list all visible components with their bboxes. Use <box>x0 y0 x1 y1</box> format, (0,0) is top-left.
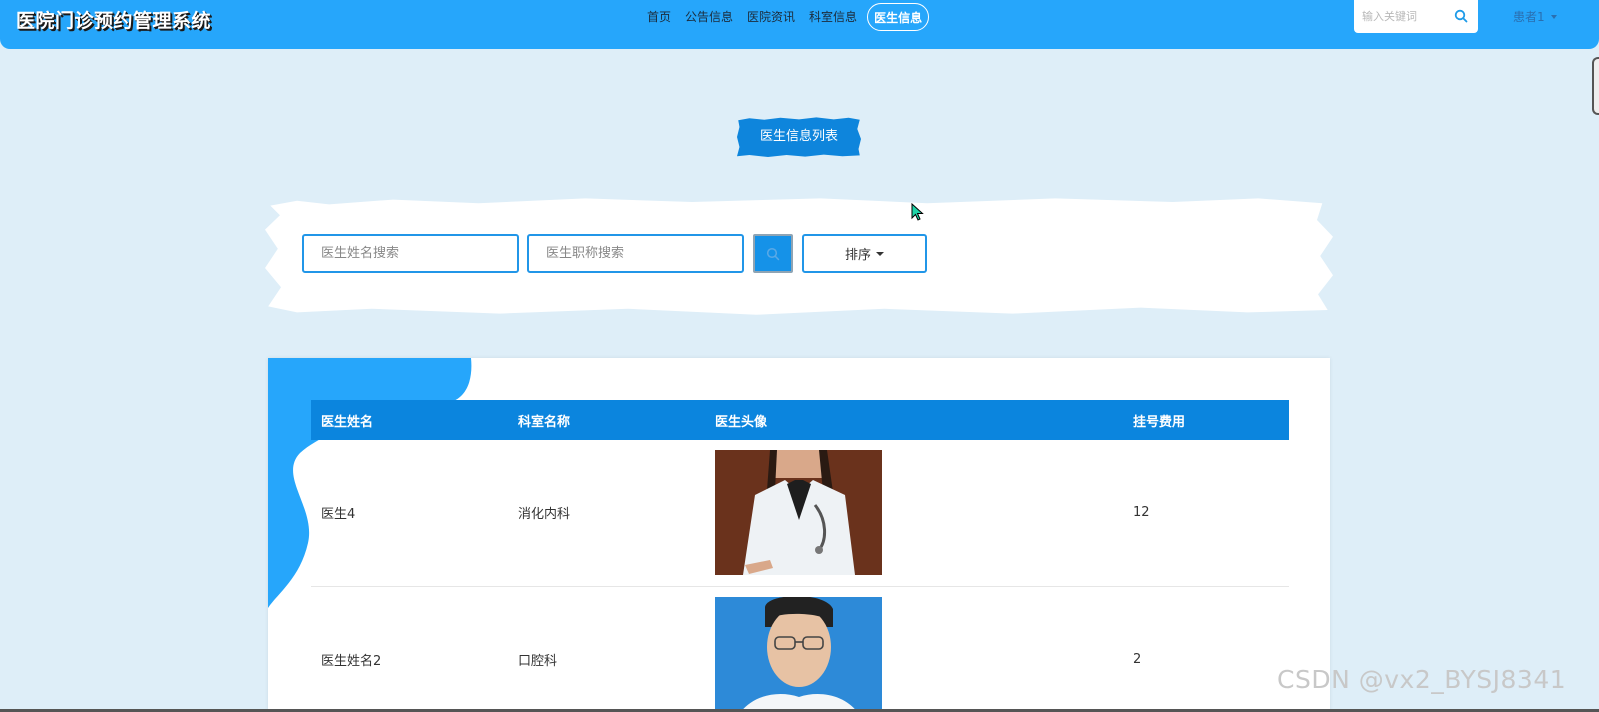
user-menu[interactable]: 患者1 <box>1513 8 1557 25</box>
main-nav: 首页 公告信息 医院资讯 科室信息 医生信息 <box>640 3 930 31</box>
column-header-fee[interactable]: 挂号费用 <box>1123 400 1289 440</box>
scroll-handle[interactable] <box>1592 57 1599 115</box>
nav-item-notices[interactable]: 公告信息 <box>678 3 740 31</box>
search-icon[interactable] <box>1454 9 1468 23</box>
department-cell: 口腔科 <box>508 586 705 712</box>
global-search <box>1354 0 1478 33</box>
column-header-name[interactable]: 医生姓名 <box>311 400 508 440</box>
global-search-input[interactable] <box>1354 0 1450 33</box>
doctor-name-search-input[interactable] <box>304 236 517 271</box>
sort-label: 排序 <box>844 248 871 263</box>
doctor-title-search-field <box>527 234 744 273</box>
department-cell: 消化内科 <box>508 440 705 587</box>
doctor-list-card: 医生姓名 科室名称 医生头像 挂号费用 医生4 消化内科 12 医生姓名2 口腔… <box>268 358 1330 712</box>
site-brand[interactable]: 医院门诊预约管理系统 <box>16 6 211 33</box>
avatar-cell <box>705 586 1123 712</box>
doctor-avatar-image[interactable] <box>715 596 882 712</box>
nav-item-news[interactable]: 医院资讯 <box>740 3 802 31</box>
caret-down-icon <box>876 251 884 256</box>
watermark: CSDN @vx2_BYSJ8341 <box>1277 665 1567 694</box>
doctor-name-search-field <box>302 234 519 273</box>
avatar-cell <box>705 440 1123 587</box>
top-navbar: 医院门诊预约管理系统 首页 公告信息 医院资讯 科室信息 医生信息 患者1 <box>0 0 1599 49</box>
nav-item-departments[interactable]: 科室信息 <box>802 3 864 31</box>
search-icon <box>766 247 780 260</box>
table-header-row: 医生姓名 科室名称 医生头像 挂号费用 <box>311 400 1289 440</box>
fee-cell: 12 <box>1123 440 1289 587</box>
search-button[interactable] <box>753 234 793 273</box>
fee-cell: 2 <box>1123 586 1289 712</box>
table-row[interactable]: 医生4 消化内科 12 <box>311 440 1289 587</box>
doctor-avatar-image[interactable] <box>715 450 882 576</box>
nav-item-home[interactable]: 首页 <box>640 3 678 31</box>
user-name: 患者1 <box>1513 10 1545 24</box>
chevron-down-icon <box>1550 14 1557 19</box>
sort-dropdown-button[interactable]: 排序 <box>802 234 927 273</box>
doctor-name-cell: 医生4 <box>311 440 508 587</box>
table-row[interactable]: 医生姓名2 口腔科 2 <box>311 586 1289 712</box>
page-title: 医生信息列表 <box>737 117 861 157</box>
doctor-name-cell: 医生姓名2 <box>311 586 508 712</box>
doctor-title-search-input[interactable] <box>529 236 742 271</box>
doctor-table: 医生姓名 科室名称 医生头像 挂号费用 医生4 消化内科 12 医生姓名2 口腔… <box>311 400 1289 712</box>
mouse-cursor-icon <box>911 203 924 221</box>
nav-item-doctors[interactable]: 医生信息 <box>867 3 930 31</box>
column-header-department[interactable]: 科室名称 <box>508 400 705 440</box>
column-header-avatar[interactable]: 医生头像 <box>705 400 1123 440</box>
